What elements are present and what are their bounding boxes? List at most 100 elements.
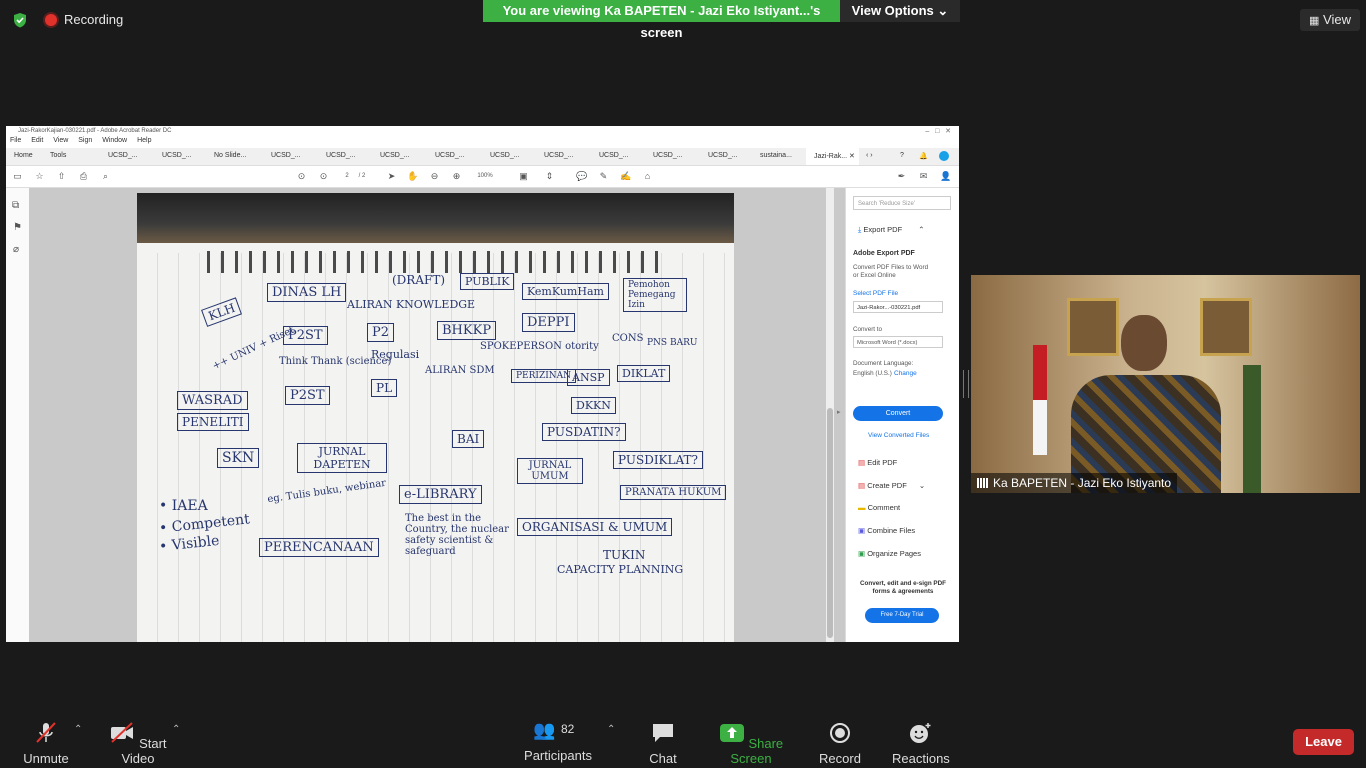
tab-home[interactable]: Home: [14, 152, 33, 159]
doc-tab[interactable]: UCSD_...: [326, 152, 356, 159]
chevron-down-icon: ⌄: [937, 3, 949, 18]
unmute-button[interactable]: Unmute: [20, 722, 72, 766]
doc-tab[interactable]: UCSD_...: [599, 152, 629, 159]
menu-edit[interactable]: Edit: [31, 137, 43, 144]
page-number-field[interactable]: 2: [341, 171, 353, 182]
doc-tab[interactable]: UCSD_...: [271, 152, 301, 159]
security-shield-icon[interactable]: [12, 12, 28, 28]
print-icon[interactable]: ⎙: [78, 171, 89, 182]
chat-button[interactable]: Chat: [642, 722, 684, 766]
organize-pages-tool[interactable]: ▣ Organize Pages: [858, 549, 921, 558]
search-icon[interactable]: ⌕: [100, 171, 111, 182]
organize-pages-icon: ▣: [858, 549, 866, 558]
reactions-button[interactable]: Reactions: [892, 722, 950, 766]
participant-video[interactable]: Ka BAPETEN - Jazi Eko Istiyanto: [971, 275, 1360, 493]
highlight-icon[interactable]: ✎: [598, 171, 609, 182]
free-trial-button[interactable]: Free 7-Day Trial: [865, 608, 939, 623]
close-icon[interactable]: ✕: [849, 153, 855, 160]
tag-icon[interactable]: ⌂: [642, 171, 653, 182]
tab-tools[interactable]: Tools: [50, 152, 66, 159]
change-language-link[interactable]: Change: [894, 370, 917, 377]
combine-files-icon: ▣: [858, 526, 866, 535]
menu-file[interactable]: File: [10, 137, 21, 144]
convert-to-select[interactable]: Microsoft Word (*.docx): [853, 336, 943, 348]
shared-screen[interactable]: Jazi-RakorKajian-030221.pdf - Adobe Acro…: [6, 126, 959, 642]
sketch-text: (DRAFT): [392, 273, 446, 287]
tools-search-input[interactable]: Search 'Reduce Size': [853, 196, 951, 210]
hand-icon[interactable]: ✋: [407, 171, 418, 182]
tools-panel: Search 'Reduce Size' ⤓ Export PDF ⌃ Adob…: [845, 188, 959, 642]
leave-button[interactable]: Leave: [1293, 729, 1354, 755]
comment-tool[interactable]: ▬ Comment: [858, 503, 900, 512]
recording-icon: [45, 14, 57, 26]
edit-pdf-tool[interactable]: ▤ Edit PDF: [858, 458, 897, 467]
bell-icon[interactable]: 🔔: [919, 152, 928, 160]
menu-sign[interactable]: Sign: [78, 137, 92, 144]
export-pdf-header[interactable]: ⤓ Export PDF ⌃: [858, 225, 925, 235]
save-icon[interactable]: ▭: [12, 171, 23, 182]
sign-icon[interactable]: ✒: [896, 171, 907, 182]
menu-window[interactable]: Window: [102, 137, 127, 144]
participants-options-caret-icon[interactable]: ⌃: [607, 724, 615, 735]
sketch-node: PUSDATIN?: [542, 423, 626, 441]
doc-tab[interactable]: sustaina...: [760, 152, 792, 159]
combine-files-tool[interactable]: ▣ Combine Files: [858, 526, 915, 535]
tab-scroll-arrows-icon[interactable]: ‹ ›: [866, 152, 873, 159]
convert-button[interactable]: Convert: [853, 406, 943, 421]
menu-view[interactable]: View: [53, 137, 68, 144]
zoom-in-icon[interactable]: ⊕: [451, 171, 462, 182]
zoom-out-icon[interactable]: ⊖: [429, 171, 440, 182]
page-total: / 2: [358, 173, 366, 179]
view-converted-files-link[interactable]: View Converted Files: [868, 432, 929, 439]
mail-icon[interactable]: ✉: [918, 171, 929, 182]
doc-tab[interactable]: UCSD_...: [653, 152, 683, 159]
collapse-right-icon[interactable]: ▸: [837, 408, 841, 416]
view-options-button[interactable]: View Options ⌄: [840, 0, 960, 22]
view-button[interactable]: ▦ View: [1300, 9, 1360, 31]
audio-options-caret-icon[interactable]: ⌃: [74, 724, 82, 735]
menu-help[interactable]: Help: [137, 137, 151, 144]
document-scrollbar[interactable]: [826, 188, 834, 642]
avatar[interactable]: [939, 151, 949, 161]
document-view[interactable]: KLH DINAS LH (DRAFT) PUBLIK KemKumHam Pe…: [29, 188, 845, 642]
attachment-icon[interactable]: ⌀: [13, 244, 19, 255]
sketch-node: PRANATA HUKUM: [620, 485, 727, 500]
star-icon[interactable]: ☆: [34, 171, 45, 182]
help-icon[interactable]: ?: [900, 152, 904, 159]
doc-tab-active[interactable]: Jazi-Rak... ✕: [806, 148, 859, 165]
record-button[interactable]: Record: [818, 722, 862, 766]
fit-page-icon[interactable]: ▣: [518, 171, 529, 182]
doc-tab[interactable]: UCSD_...: [708, 152, 738, 159]
draw-icon[interactable]: ✍: [620, 171, 631, 182]
selected-file-field[interactable]: Jazi-Rakor...-030221.pdf: [853, 301, 943, 313]
video-options-caret-icon[interactable]: ⌃: [172, 724, 180, 735]
doc-tab[interactable]: UCSD_...: [435, 152, 465, 159]
create-pdf-tool[interactable]: ▤ Create PDF ⌄: [858, 481, 925, 490]
doc-tab[interactable]: UCSD_...: [544, 152, 574, 159]
doc-tab[interactable]: UCSD_...: [380, 152, 410, 159]
panel-resize-handle[interactable]: [963, 370, 969, 398]
pages-icon[interactable]: ⧉: [12, 200, 19, 211]
scroll-mode-icon[interactable]: ⇕: [544, 171, 555, 182]
bookmark-icon[interactable]: ⚑: [13, 222, 22, 233]
zoom-level[interactable]: 100%: [471, 171, 499, 182]
doc-tab[interactable]: UCSD_...: [490, 152, 520, 159]
sketch-node: Pemohon Pemegang Izin: [623, 278, 687, 312]
people-icon: 👥: [533, 720, 556, 740]
window-controls[interactable]: – □ ✕: [925, 127, 951, 135]
comment-icon[interactable]: 💬: [576, 171, 587, 182]
scrollbar-thumb[interactable]: [827, 408, 833, 638]
page-down-icon[interactable]: ⊙: [318, 171, 329, 182]
upload-icon[interactable]: ⇧: [56, 171, 67, 182]
doc-tab[interactable]: No Slide...: [214, 152, 246, 159]
participants-button[interactable]: 👥 82 Participants: [524, 720, 592, 763]
sketch-node: DIKLAT: [617, 365, 671, 382]
add-user-icon[interactable]: 👤: [940, 171, 951, 182]
start-video-button[interactable]: Start Video: [106, 722, 170, 766]
doc-tab[interactable]: UCSD_...: [162, 152, 192, 159]
page-up-icon[interactable]: ⊙: [296, 171, 307, 182]
sketch-node: BHKKP: [437, 321, 497, 340]
doc-tab[interactable]: UCSD_...: [108, 152, 138, 159]
pointer-icon[interactable]: ➤: [386, 171, 397, 182]
share-screen-button[interactable]: Share Screen: [714, 722, 788, 766]
